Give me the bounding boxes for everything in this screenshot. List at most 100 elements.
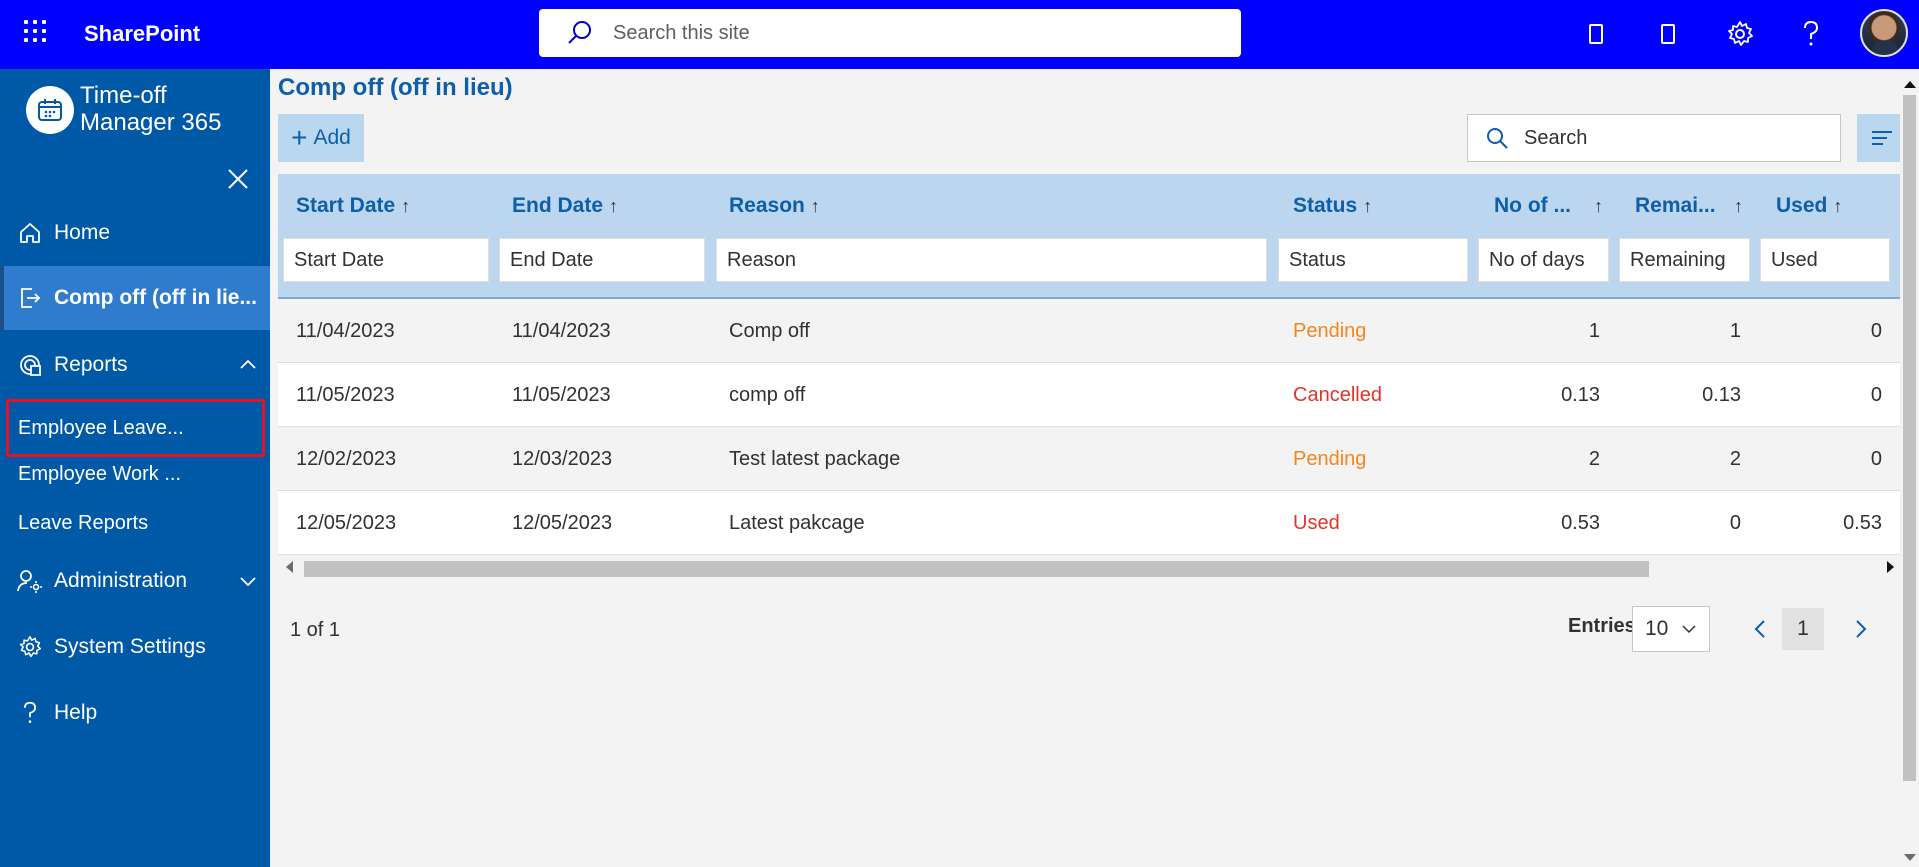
status-badge: Pending (1293, 448, 1367, 470)
signout-icon (16, 284, 44, 312)
suite-bar: SharePoint (0, 0, 1919, 69)
nav-item-reports[interactable]: Reports (0, 333, 270, 397)
avatar[interactable] (1860, 9, 1908, 57)
table-row[interactable]: 12/02/2023 12/03/2023 Test latest packag… (278, 427, 1908, 491)
grid-header: Start Date ↑ End Date ↑ Reason ↑ Status ↑ No… (278, 174, 1908, 299)
close-icon[interactable] (222, 163, 254, 195)
scrollbar-thumb[interactable] (304, 561, 1649, 577)
cell-used: 0 (1870, 384, 1882, 406)
cell-used: 0 (1870, 448, 1882, 470)
app-logo (26, 86, 74, 134)
nav-item-system-settings[interactable]: System Settings (0, 615, 270, 679)
plus-icon: + (291, 122, 308, 153)
nav-item-label: Administration (54, 569, 188, 592)
sub-item-employee-work[interactable]: Employee Work ... (0, 450, 270, 498)
filter-remaining[interactable] (1619, 238, 1750, 282)
scroll-right-icon[interactable] (1887, 561, 1894, 573)
horizontal-scrollbar[interactable] (278, 557, 1898, 581)
chevron-down-icon[interactable] (238, 571, 258, 591)
add-button[interactable]: + Add (278, 114, 364, 162)
scroll-left-icon[interactable] (286, 561, 293, 573)
chevron-down-icon (1682, 625, 1696, 634)
help-icon[interactable] (1791, 14, 1831, 54)
cell-end-date: 11/05/2023 (512, 384, 611, 406)
header-reason[interactable]: Reason ↑ (729, 194, 820, 218)
header-used[interactable]: Used ↑ (1776, 194, 1842, 218)
sort-arrow-icon: ↑ (401, 196, 411, 216)
sort-arrow-icon: ↑ (1594, 196, 1603, 216)
tablet-icon[interactable] (1648, 14, 1688, 54)
cell-start-date: 11/05/2023 (296, 384, 395, 406)
sharepoint-brand[interactable]: SharePoint (84, 21, 200, 47)
nav-item-comp-off[interactable]: Comp off (off in lie... (0, 266, 270, 330)
cell-end-date: 11/04/2023 (512, 320, 611, 342)
filter-start-date[interactable] (283, 238, 489, 282)
sub-item-label: Employee Leave... (18, 416, 184, 439)
cell-no-of-days: 0.53 (1561, 512, 1600, 534)
cell-remaining: 0.13 (1702, 384, 1741, 406)
nav-item-label: Comp off (off in lie... (54, 286, 257, 309)
filter-end-date[interactable] (499, 238, 705, 282)
header-status[interactable]: Status ↑ (1293, 194, 1372, 218)
sort-arrow-icon: ↑ (1833, 196, 1843, 216)
status-badge: Cancelled (1293, 384, 1382, 406)
add-button-label: Add (313, 126, 351, 149)
scroll-down-icon[interactable] (1904, 854, 1916, 861)
data-grid: Start Date ↑ End Date ↑ Reason ↑ Status ↑ No… (278, 174, 1908, 555)
header-end-date[interactable]: End Date ↑ (512, 194, 618, 218)
header-no-of-days[interactable]: No of ... (1494, 194, 1571, 218)
home-icon (16, 219, 44, 247)
entries-label: Entries (1568, 615, 1636, 637)
site-search[interactable] (539, 9, 1241, 57)
search-icon (568, 21, 591, 44)
pager-info: 1 of 1 (290, 619, 341, 641)
next-page-button[interactable] (1841, 608, 1881, 650)
cell-no-of-days: 0.13 (1561, 384, 1600, 406)
site-search-input[interactable] (613, 21, 1173, 45)
cell-reason: comp off (729, 384, 806, 406)
page-title: Comp off (off in lieu) (278, 74, 513, 101)
status-badge: Pending (1293, 320, 1367, 342)
chevron-up-icon[interactable] (238, 355, 258, 375)
filter-reason[interactable] (716, 238, 1267, 282)
search-icon (1487, 128, 1508, 149)
sub-item-leave-reports[interactable]: Leave Reports (0, 499, 270, 547)
filter-status[interactable] (1278, 238, 1468, 282)
entries-select[interactable]: 10 (1632, 606, 1710, 652)
filter-no-of-days[interactable] (1478, 238, 1609, 282)
table-row[interactable]: 11/04/2023 11/04/2023 Comp off Pending 1… (278, 299, 1908, 363)
nav-item-label: System Settings (54, 635, 206, 658)
header-start-date[interactable]: Start Date ↑ (296, 194, 410, 218)
sort-arrow-icon: ↑ (609, 196, 619, 216)
sub-item-label: Employee Work ... (18, 462, 182, 485)
cell-no-of-days: 1 (1588, 320, 1600, 342)
status-badge: Used (1293, 512, 1340, 534)
scrollbar-thumb[interactable] (1903, 95, 1916, 781)
vertical-scrollbar[interactable] (1900, 69, 1919, 867)
filter-used[interactable] (1760, 238, 1890, 282)
cell-used: 0 (1870, 320, 1882, 342)
nav-item-label: Help (54, 701, 98, 724)
main-content: Comp off (off in lieu) + Add Start Date↑… (270, 69, 1908, 867)
header-remaining[interactable]: Remai... (1635, 194, 1716, 218)
previous-page-button[interactable] (1740, 608, 1780, 650)
nav-item-administration[interactable]: Administration (0, 549, 270, 613)
app-title: Time-off Manager 365 (80, 82, 222, 136)
gear-icon[interactable] (1720, 14, 1760, 54)
cell-remaining: 1 (1729, 320, 1741, 342)
nav-item-help[interactable]: Help (0, 681, 270, 745)
waffle-icon[interactable] (22, 18, 48, 44)
sub-item-employee-leave[interactable]: Employee Leave... (6, 399, 265, 457)
table-row[interactable]: 12/05/2023 12/05/2023 Latest pakcage Use… (278, 491, 1908, 555)
grid-search[interactable] (1467, 114, 1841, 162)
reports-icon (16, 351, 44, 379)
tablet-icon[interactable] (1576, 14, 1616, 54)
cell-reason: Test latest package (729, 448, 901, 470)
grid-search-input[interactable] (1524, 126, 1824, 150)
page-number-button[interactable]: 1 (1782, 608, 1824, 650)
table-row[interactable]: 11/05/2023 11/05/2023 comp off Cancelled… (278, 363, 1908, 427)
cell-remaining: 2 (1729, 448, 1741, 470)
cell-remaining: 0 (1729, 512, 1741, 534)
scroll-up-icon[interactable] (1904, 81, 1916, 88)
nav-item-home[interactable]: Home (0, 201, 270, 265)
